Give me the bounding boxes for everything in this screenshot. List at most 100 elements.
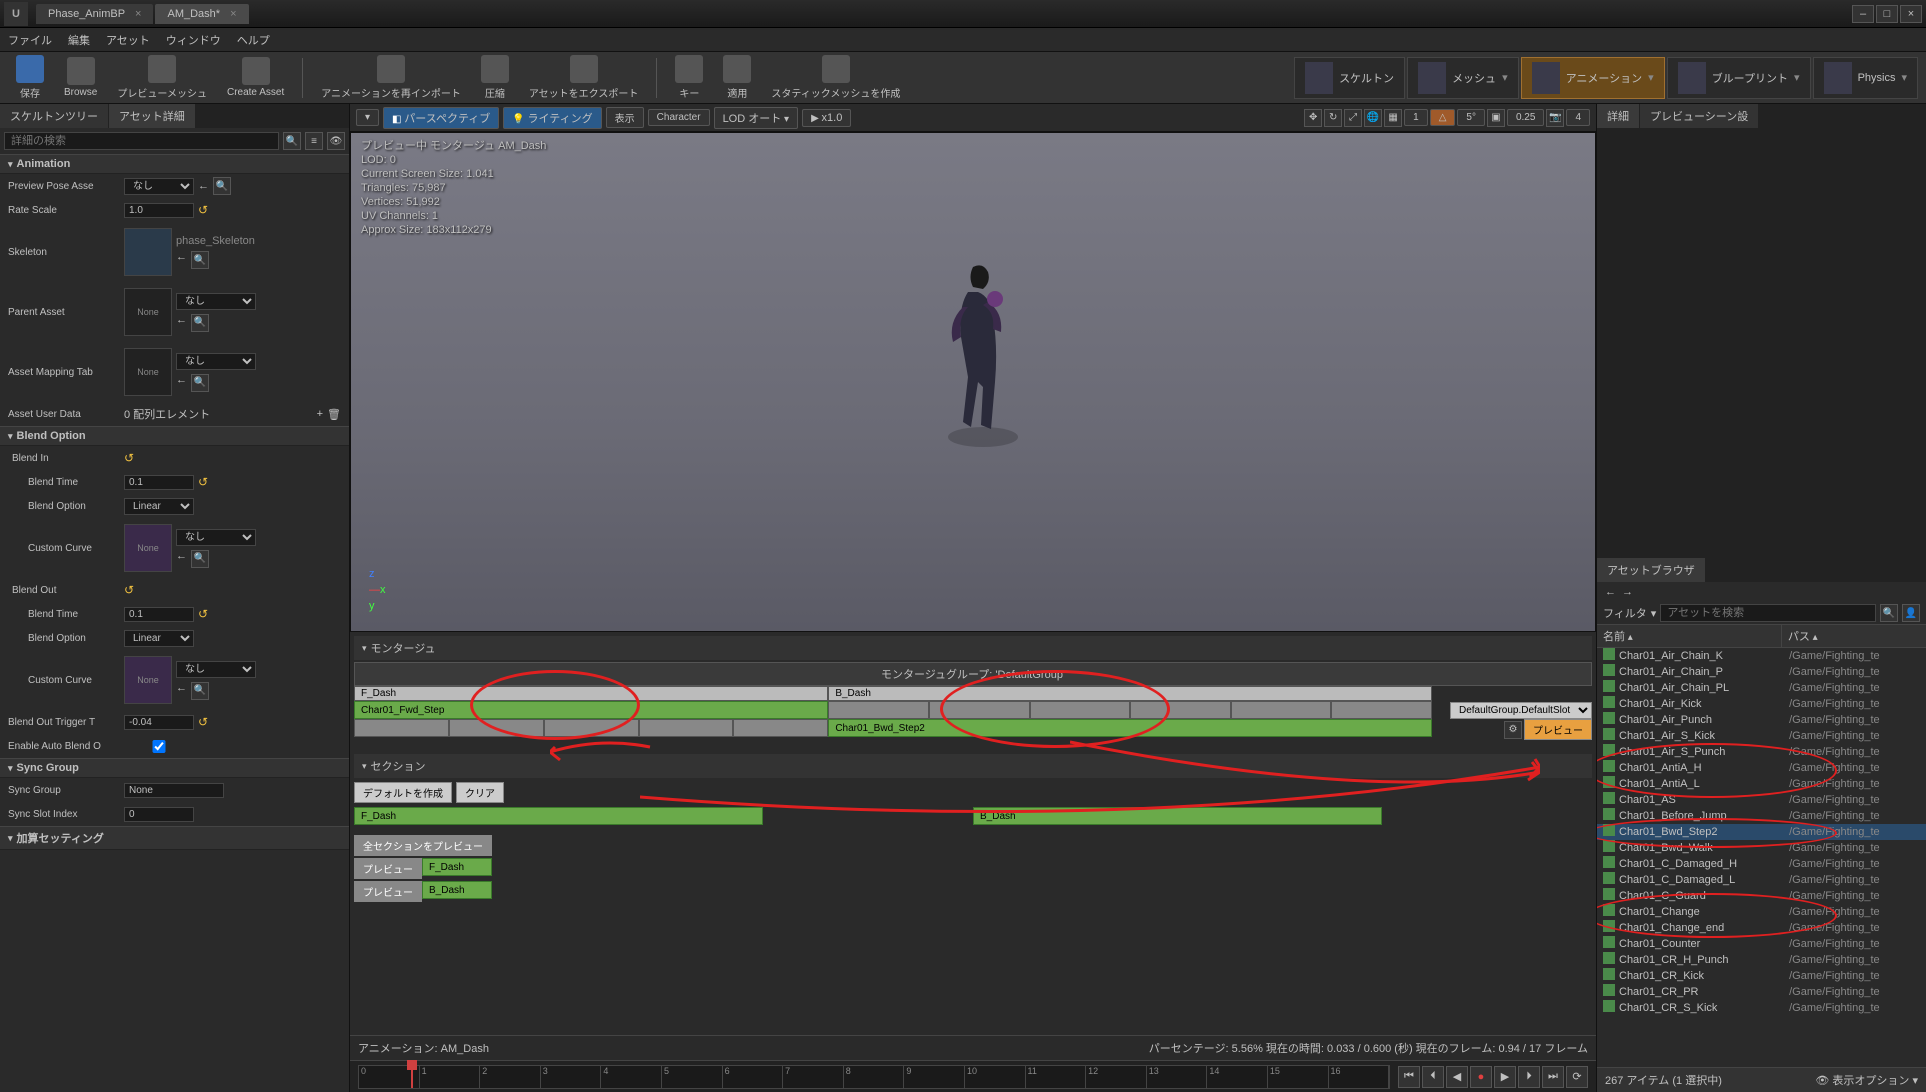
add-icon[interactable]: + bbox=[317, 408, 323, 420]
grid-size[interactable]: 1 bbox=[1404, 109, 1428, 126]
asset-row[interactable]: Char01_CR_PR/Game/Fighting_te bbox=[1597, 984, 1926, 1000]
chevron-down-icon[interactable]: ▾ bbox=[1651, 607, 1657, 620]
asset-row[interactable]: Char01_C_Damaged_H/Game/Fighting_te bbox=[1597, 856, 1926, 872]
asset-row[interactable]: Char01_Change_end/Game/Fighting_te bbox=[1597, 920, 1926, 936]
asset-row[interactable]: Char01_CR_Kick/Game/Fighting_te bbox=[1597, 968, 1926, 984]
filter-icon[interactable]: ≡ bbox=[305, 132, 323, 150]
reimport-button[interactable]: アニメーションを再インポート bbox=[313, 53, 469, 102]
skip-start-button[interactable]: ⏮ bbox=[1398, 1066, 1420, 1088]
lod-button[interactable]: LOD オート ▾ bbox=[714, 107, 799, 129]
tab-asset-browser[interactable]: アセットブラウザ bbox=[1597, 558, 1706, 582]
make-static-button[interactable]: スタティックメッシュを作成 bbox=[763, 53, 908, 102]
chevron-down-icon[interactable]: ▾ bbox=[1901, 71, 1907, 84]
browse-button[interactable]: Browse bbox=[56, 55, 105, 100]
angle-snap[interactable]: 5° bbox=[1457, 109, 1485, 126]
asset-row[interactable]: Char01_Air_S_Punch/Game/Fighting_te bbox=[1597, 744, 1926, 760]
menu-window[interactable]: ウィンドウ bbox=[166, 32, 221, 48]
camera-speed[interactable]: 4 bbox=[1566, 109, 1590, 126]
clear-button[interactable]: クリア bbox=[456, 782, 504, 803]
asset-row[interactable]: Char01_Bwd_Walk/Game/Fighting_te bbox=[1597, 840, 1926, 856]
asset-row[interactable]: Char01_Change/Game/Fighting_te bbox=[1597, 904, 1926, 920]
column-name[interactable]: 名前 ▴ bbox=[1597, 625, 1782, 647]
grid-icon[interactable]: ▦ bbox=[1384, 109, 1402, 127]
scale-snap-icon[interactable]: ▣ bbox=[1487, 109, 1505, 127]
step-fwd-button[interactable]: ⏵ bbox=[1518, 1066, 1540, 1088]
document-tab[interactable]: Phase_AnimBP× bbox=[36, 4, 153, 24]
preview-section-button[interactable]: プレビュー bbox=[354, 858, 422, 879]
asset-row[interactable]: Char01_C_Damaged_L/Game/Fighting_te bbox=[1597, 872, 1926, 888]
skeleton-thumbnail[interactable] bbox=[124, 228, 172, 276]
sections-header[interactable]: セクション bbox=[354, 754, 1592, 778]
montage-header[interactable]: モンタージュ bbox=[354, 636, 1592, 660]
blend-time-out-input[interactable] bbox=[124, 607, 194, 622]
anim-clip-fwd[interactable]: Char01_Fwd_Step bbox=[354, 701, 828, 719]
save-button[interactable]: 保存 bbox=[8, 53, 52, 102]
play-reverse-button[interactable]: ◀ bbox=[1446, 1066, 1468, 1088]
step-back-button[interactable]: ⏴ bbox=[1422, 1066, 1444, 1088]
column-path[interactable]: パス ▴ bbox=[1782, 625, 1926, 647]
asset-search-input[interactable] bbox=[1660, 604, 1876, 622]
mapping-dropdown[interactable]: なし bbox=[176, 353, 256, 370]
sync-group-input[interactable] bbox=[124, 783, 224, 798]
preview-button[interactable]: プレビュー bbox=[1524, 719, 1592, 740]
create-asset-button[interactable]: Create Asset bbox=[219, 55, 292, 100]
asset-row[interactable]: Char01_Air_Punch/Game/Fighting_te bbox=[1597, 712, 1926, 728]
asset-list[interactable]: Char01_Air_Chain_K/Game/Fighting_teChar0… bbox=[1597, 648, 1926, 1067]
mode-skeleton[interactable]: スケルトン bbox=[1294, 57, 1405, 99]
preview-mesh-button[interactable]: プレビューメッシュ bbox=[109, 53, 215, 102]
asset-row[interactable]: Char01_Air_Chain_PL/Game/Fighting_te bbox=[1597, 680, 1926, 696]
arrow-left-icon[interactable]: ← bbox=[176, 314, 187, 332]
category-additive[interactable]: 加算セッティング bbox=[0, 826, 349, 850]
section-f-dash[interactable]: F_Dash bbox=[354, 686, 828, 701]
timeline-ruler[interactable]: 012345678910111213141516 bbox=[358, 1065, 1390, 1089]
category-sync[interactable]: Sync Group bbox=[0, 758, 349, 778]
asset-row[interactable]: Char01_AntiA_H/Game/Fighting_te bbox=[1597, 760, 1926, 776]
curve-dropdown[interactable]: なし bbox=[176, 661, 256, 678]
viewport[interactable]: プレビュー中 モンタージュ AM_DashLOD: 0Current Scree… bbox=[350, 132, 1596, 632]
mode-physics[interactable]: Physics▾ bbox=[1813, 57, 1918, 99]
arrow-left-icon[interactable]: ← bbox=[198, 180, 209, 192]
rate-scale-input[interactable] bbox=[124, 203, 194, 218]
reset-icon[interactable]: ↺ bbox=[198, 475, 208, 489]
chevron-down-icon[interactable]: ▾ bbox=[1648, 71, 1654, 84]
tab-asset-details[interactable]: アセット詳細 bbox=[109, 104, 196, 128]
browse-icon[interactable]: 🔍 bbox=[191, 550, 209, 568]
sync-slot-input[interactable] bbox=[124, 807, 194, 822]
asset-row[interactable]: Char01_AS/Game/Fighting_te bbox=[1597, 792, 1926, 808]
preview-section-button[interactable]: プレビュー bbox=[354, 881, 422, 902]
section-b-dash[interactable]: B_Dash bbox=[828, 686, 1432, 701]
move-tool-icon[interactable]: ✥ bbox=[1304, 109, 1322, 127]
mapping-thumbnail[interactable]: None bbox=[124, 348, 172, 396]
create-default-button[interactable]: デフォルトを作成 bbox=[354, 782, 452, 803]
record-button[interactable]: ● bbox=[1470, 1066, 1492, 1088]
anim-clip-bwd[interactable]: Char01_Bwd_Step2 bbox=[828, 719, 1432, 737]
nav-fwd-icon[interactable]: → bbox=[1622, 586, 1633, 598]
menu-asset[interactable]: アセット bbox=[106, 32, 150, 48]
camera-icon[interactable]: 📷 bbox=[1546, 109, 1564, 127]
preview-all-button[interactable]: 全セクションをプレビュー bbox=[354, 835, 492, 856]
asset-row[interactable]: Char01_AntiA_L/Game/Fighting_te bbox=[1597, 776, 1926, 792]
arrow-left-icon[interactable]: ← bbox=[176, 550, 187, 568]
reset-icon[interactable]: ↺ bbox=[198, 203, 208, 217]
angle-snap-icon[interactable]: △ bbox=[1430, 109, 1456, 126]
browse-icon[interactable]: 🔍 bbox=[191, 251, 209, 269]
trash-icon[interactable]: 🗑 bbox=[327, 408, 341, 421]
slot-options-icon[interactable]: ⚙ bbox=[1504, 721, 1522, 739]
document-tab[interactable]: AM_Dash*× bbox=[155, 4, 248, 24]
asset-row[interactable]: Char01_Bwd_Step2/Game/Fighting_te bbox=[1597, 824, 1926, 840]
scale-snap[interactable]: 0.25 bbox=[1507, 109, 1544, 126]
loop-button[interactable]: ⟳ bbox=[1566, 1066, 1588, 1088]
blend-time-in-input[interactable] bbox=[124, 475, 194, 490]
asset-row[interactable]: Char01_Before_Jump/Game/Fighting_te bbox=[1597, 808, 1926, 824]
rotate-tool-icon[interactable]: ↻ bbox=[1324, 109, 1342, 127]
category-blend[interactable]: Blend Option bbox=[0, 426, 349, 446]
section-link-b[interactable]: B_Dash bbox=[973, 807, 1382, 825]
skip-end-button[interactable]: ⏭ bbox=[1542, 1066, 1564, 1088]
section-chip-b[interactable]: B_Dash bbox=[422, 881, 492, 899]
asset-row[interactable]: Char01_Air_Chain_P/Game/Fighting_te bbox=[1597, 664, 1926, 680]
menu-file[interactable]: ファイル bbox=[8, 32, 52, 48]
close-icon[interactable]: × bbox=[230, 8, 236, 20]
lighting-button[interactable]: 💡 ライティング bbox=[503, 107, 601, 129]
asset-row[interactable]: Char01_CR_H_Punch/Game/Fighting_te bbox=[1597, 952, 1926, 968]
browse-icon[interactable]: 🔍 bbox=[213, 177, 231, 195]
